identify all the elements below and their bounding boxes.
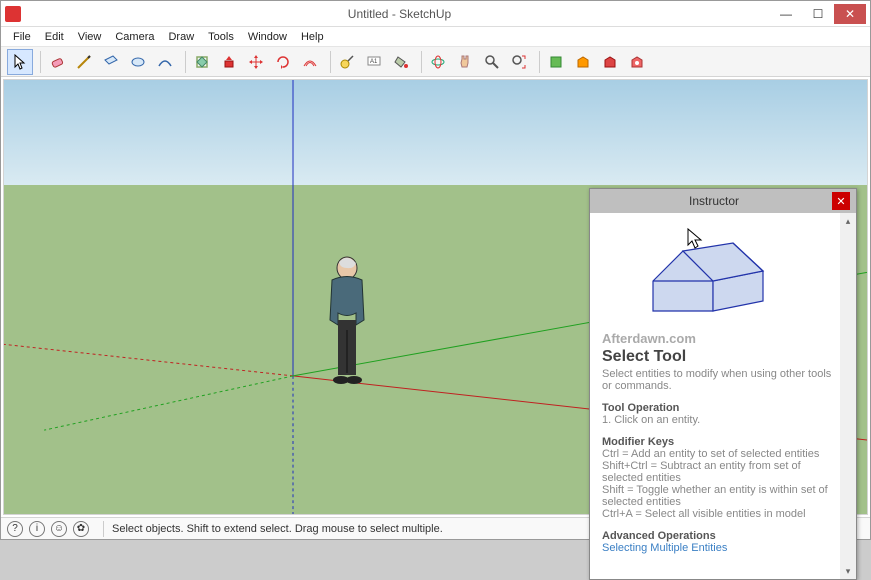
tool-rotate[interactable]: [270, 49, 296, 75]
menu-help[interactable]: Help: [295, 29, 330, 45]
menu-tools[interactable]: Tools: [202, 29, 240, 45]
tool-push-pull[interactable]: [216, 49, 242, 75]
menu-file[interactable]: File: [7, 29, 37, 45]
menubar: File Edit View Camera Draw Tools Window …: [1, 27, 870, 47]
instructor-body: Afterdawn.com Select Tool Select entitie…: [590, 213, 856, 579]
advanced-link[interactable]: Selecting Multiple Entities: [602, 542, 834, 554]
menu-draw[interactable]: Draw: [162, 29, 200, 45]
instructor-title-label: Instructor: [596, 194, 832, 208]
modifier-title: Modifier Keys: [602, 436, 834, 448]
tool-extensions[interactable]: [624, 49, 650, 75]
scale-figure: [314, 255, 384, 400]
tool-zoom-extents[interactable]: [506, 49, 532, 75]
tool-paint-bucket[interactable]: [388, 49, 414, 75]
tool-rectangle[interactable]: [98, 49, 124, 75]
viewport[interactable]: Instructor ✕: [4, 80, 867, 514]
tool-make-component[interactable]: [189, 49, 215, 75]
titlebar: Untitled - SketchUp — ☐ ✕: [1, 1, 870, 27]
scroll-up-icon[interactable]: ▴: [840, 213, 856, 229]
advanced-title: Advanced Operations: [602, 530, 834, 542]
operation-item: 1. Click on an entity.: [602, 414, 834, 426]
close-button[interactable]: ✕: [834, 4, 866, 24]
svg-text:A1: A1: [370, 59, 378, 65]
app-icon: [5, 6, 21, 22]
tool-line[interactable]: [71, 49, 97, 75]
modifier-3: Shift = Toggle whether an entity is with…: [602, 484, 834, 508]
instructor-close-button[interactable]: ✕: [832, 192, 850, 210]
instructor-illustration: [633, 221, 803, 321]
tool-zoom[interactable]: [479, 49, 505, 75]
watermark: Afterdawn.com: [602, 331, 834, 346]
info-icon[interactable]: i: [29, 521, 45, 537]
geo-icon[interactable]: ✿: [73, 521, 89, 537]
menu-camera[interactable]: Camera: [109, 29, 160, 45]
tool-text[interactable]: A1: [361, 49, 387, 75]
tool-orbit[interactable]: [425, 49, 451, 75]
help-icon[interactable]: ?: [7, 521, 23, 537]
instructor-heading: Select Tool: [602, 348, 834, 366]
minimize-button[interactable]: —: [770, 4, 802, 24]
maximize-button[interactable]: ☐: [802, 4, 834, 24]
menu-window[interactable]: Window: [242, 29, 293, 45]
app-window: Untitled - SketchUp — ☐ ✕ File Edit View…: [0, 0, 871, 540]
tool-tape-measure[interactable]: [334, 49, 360, 75]
scroll-down-icon[interactable]: ▾: [840, 563, 856, 579]
window-title: Untitled - SketchUp: [29, 7, 770, 21]
instructor-scrollbar[interactable]: ▴ ▾: [840, 213, 856, 579]
instructor-titlebar[interactable]: Instructor ✕: [590, 189, 856, 213]
toolbar: A1: [1, 47, 870, 77]
menu-view[interactable]: View: [72, 29, 108, 45]
instructor-panel: Instructor ✕: [589, 188, 857, 580]
tool-eraser[interactable]: [44, 49, 70, 75]
status-message: Select objects. Shift to extend select. …: [112, 523, 638, 535]
tool-circle[interactable]: [125, 49, 151, 75]
modifier-1: Ctrl = Add an entity to set of selected …: [602, 448, 834, 460]
modifier-4: Ctrl+A = Select all visible entities in …: [602, 508, 834, 520]
menu-edit[interactable]: Edit: [39, 29, 70, 45]
tool-pan[interactable]: [452, 49, 478, 75]
tool-3d-warehouse[interactable]: [543, 49, 569, 75]
tool-move[interactable]: [243, 49, 269, 75]
tool-arc[interactable]: [152, 49, 178, 75]
modifier-2: Shift+Ctrl = Subtract an entity from set…: [602, 460, 834, 484]
operation-title: Tool Operation: [602, 402, 834, 414]
tool-share[interactable]: [570, 49, 596, 75]
person-icon[interactable]: ☺: [51, 521, 67, 537]
tool-offset[interactable]: [297, 49, 323, 75]
viewport-container: Instructor ✕: [3, 79, 868, 515]
instructor-subheading: Select entities to modify when using oth…: [602, 368, 834, 392]
tool-layout[interactable]: [597, 49, 623, 75]
tool-select[interactable]: [7, 49, 33, 75]
